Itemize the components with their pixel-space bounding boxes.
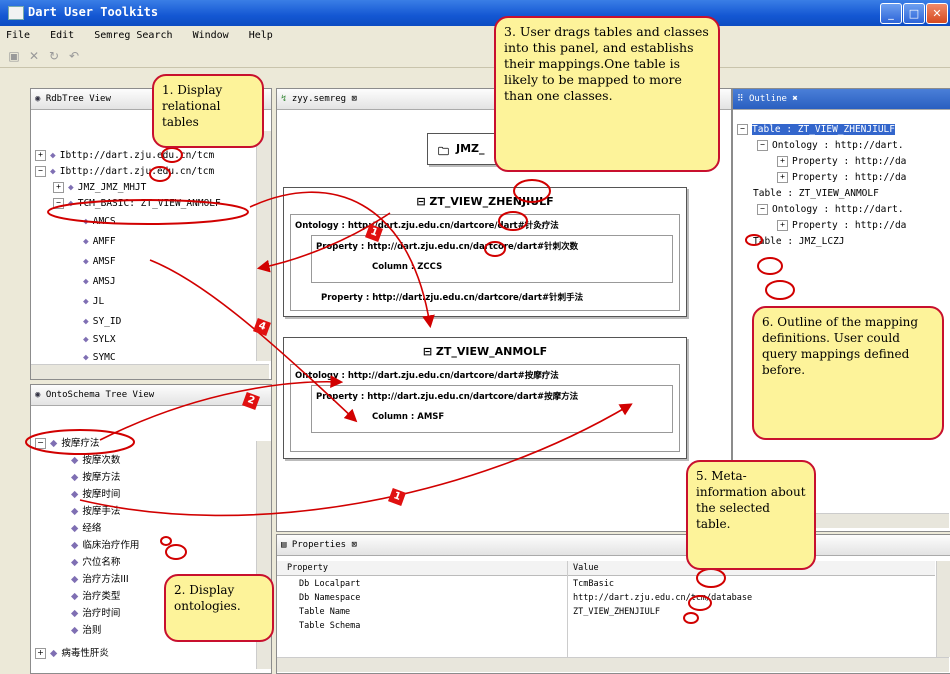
highlight-mark (688, 595, 712, 611)
highlight-mark (25, 429, 135, 455)
callout-outline: 6. Outline of the mapping definitions. U… (752, 306, 944, 440)
highlight-mark (161, 147, 183, 163)
highlight-mark (165, 544, 187, 560)
highlight-mark (757, 257, 783, 275)
callout-relational-tables: 1. Display relational tables (152, 74, 264, 148)
highlight-mark (498, 211, 528, 231)
callout-mapping-panel: 3. User drags tables and classes into th… (494, 16, 720, 172)
callout-ontologies: 2. Display ontologies. (164, 574, 274, 642)
highlight-mark (696, 568, 726, 588)
highlight-mark (513, 179, 551, 203)
highlight-mark (484, 241, 506, 257)
mapping-arrow (99, 375, 344, 441)
highlight-mark (160, 536, 172, 546)
mapping-arrow (79, 403, 633, 517)
highlight-mark (149, 166, 171, 182)
highlight-mark (765, 280, 795, 300)
highlight-mark (47, 199, 249, 225)
highlight-mark (745, 234, 763, 246)
mapping-arrow (249, 191, 435, 329)
mapping-arrow (256, 212, 391, 273)
callout-meta-information: 5. Meta-information about the selected t… (686, 460, 816, 570)
highlight-mark (683, 612, 699, 624)
